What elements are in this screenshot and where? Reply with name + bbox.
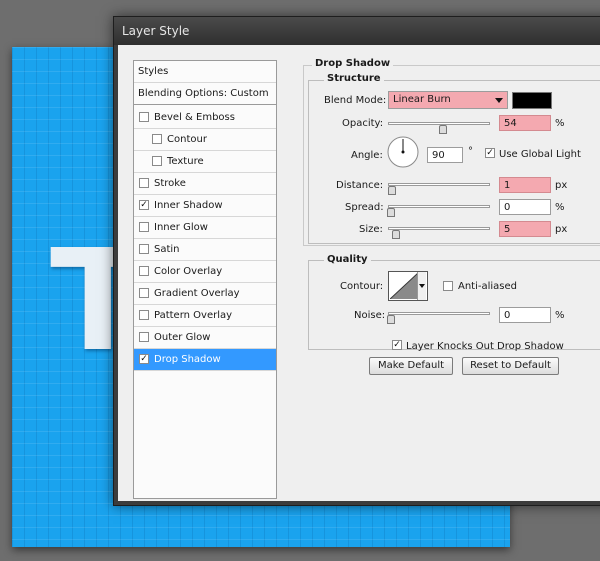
spread-field[interactable]: 0 [499, 199, 551, 215]
layer-style-dialog: Layer Style Styles Blending Options: Cust… [113, 16, 600, 506]
style-list-item[interactable]: Gradient Overlay [134, 283, 276, 305]
style-list-label: Bevel & Emboss [154, 112, 235, 123]
noise-unit: % [555, 310, 565, 321]
size-label: Size: [359, 224, 383, 235]
opacity-field[interactable]: 54 [499, 115, 551, 131]
style-list: Styles Blending Options: Custom Bevel & Em… [133, 60, 277, 499]
anti-aliased-label: Anti-aliased [458, 281, 518, 292]
distance-label: Distance: [336, 180, 384, 191]
angle-dial[interactable] [386, 135, 420, 169]
blend-mode-select[interactable]: Linear Burn [388, 91, 508, 109]
size-unit: px [555, 224, 568, 235]
layer-knocks-out-checkbox[interactable]: ✓ [392, 340, 402, 350]
style-list-item[interactable]: Color Overlay [134, 261, 276, 283]
distance-field[interactable]: 1 [499, 177, 551, 193]
style-checkbox[interactable] [152, 156, 162, 166]
style-list-item[interactable]: Texture [134, 151, 276, 173]
opacity-slider-thumb[interactable] [439, 125, 448, 134]
drop-shadow-title: Drop Shadow [312, 58, 394, 69]
size-slider-thumb[interactable] [392, 230, 400, 239]
contour-preview-icon [390, 273, 418, 299]
style-list-label: Stroke [154, 178, 186, 189]
spread-unit: % [555, 202, 565, 213]
style-list-item[interactable]: ✓ Drop Shadow [134, 349, 276, 371]
style-list-label: Styles [138, 66, 169, 77]
noise-slider-thumb[interactable] [387, 315, 395, 324]
style-list-item[interactable]: Outer Glow [134, 327, 276, 349]
style-list-item[interactable]: Blending Options: Custom [134, 83, 276, 105]
use-global-light-checkbox[interactable]: ✓ [485, 148, 495, 158]
style-list-label: Contour [167, 134, 207, 145]
style-list-label: Color Overlay [154, 266, 223, 277]
style-checkbox[interactable] [139, 244, 149, 254]
style-checkbox[interactable] [139, 310, 149, 320]
style-list-item[interactable]: Inner Glow [134, 217, 276, 239]
chevron-down-icon [495, 98, 503, 103]
size-field[interactable]: 5 [499, 221, 551, 237]
style-checkbox[interactable]: ✓ [139, 200, 149, 210]
contour-label: Contour: [340, 281, 384, 292]
reset-to-default-button[interactable]: Reset to Default [462, 357, 559, 375]
style-checkbox[interactable] [139, 288, 149, 298]
shadow-color-swatch[interactable] [512, 92, 552, 109]
chevron-down-icon [417, 272, 426, 300]
style-checkbox[interactable]: ✓ [139, 354, 149, 364]
angle-label: Angle: [351, 150, 383, 161]
noise-field[interactable]: 0 [499, 307, 551, 323]
style-list-label: Inner Shadow [154, 200, 223, 211]
style-list-item[interactable]: Styles [134, 61, 276, 83]
style-checkbox[interactable] [139, 266, 149, 276]
style-list-item[interactable]: ✓ Inner Shadow [134, 195, 276, 217]
noise-label: Noise: [354, 310, 386, 321]
window-title: Layer Style [122, 24, 190, 38]
blend-mode-label: Blend Mode: [324, 95, 387, 106]
title-bar[interactable]: Layer Style [114, 17, 600, 45]
style-checkbox[interactable] [152, 134, 162, 144]
anti-aliased-checkbox[interactable] [443, 281, 453, 291]
distance-slider-thumb[interactable] [388, 186, 396, 195]
style-list-item[interactable]: Contour [134, 129, 276, 151]
style-checkbox[interactable] [139, 112, 149, 122]
size-slider[interactable] [388, 227, 490, 230]
angle-unit: ° [468, 146, 473, 157]
use-global-light-label: Use Global Light [499, 149, 581, 160]
style-checkbox[interactable] [139, 332, 149, 342]
style-list-label: Texture [167, 156, 204, 167]
quality-title: Quality [324, 254, 371, 265]
style-list-label: Gradient Overlay [154, 288, 240, 299]
style-list-label: Satin [154, 244, 180, 255]
spread-slider[interactable] [388, 205, 490, 208]
blend-mode-value: Linear Burn [393, 94, 451, 105]
make-default-button[interactable]: Make Default [369, 357, 453, 375]
style-list-label: Pattern Overlay [154, 310, 233, 321]
distance-slider[interactable] [388, 183, 490, 186]
quality-group [308, 260, 600, 350]
distance-unit: px [555, 180, 568, 191]
style-list-label: Drop Shadow [154, 354, 221, 365]
style-checkbox[interactable] [139, 222, 149, 232]
style-list-item[interactable]: Pattern Overlay [134, 305, 276, 327]
style-list-item[interactable]: Bevel & Emboss [134, 107, 276, 129]
spread-slider-thumb[interactable] [387, 208, 395, 217]
style-list-label: Outer Glow [154, 332, 211, 343]
opacity-unit: % [555, 118, 565, 129]
style-list-item[interactable]: Stroke [134, 173, 276, 195]
spread-label: Spread: [345, 202, 384, 213]
noise-slider[interactable] [388, 312, 490, 315]
style-list-label: Inner Glow [154, 222, 208, 233]
style-checkbox[interactable] [139, 178, 149, 188]
opacity-label: Opacity: [342, 118, 384, 129]
dialog-body: Styles Blending Options: Custom Bevel & Em… [118, 45, 600, 501]
layer-knocks-out-label: Layer Knocks Out Drop Shadow [406, 341, 564, 352]
style-list-item[interactable]: Satin [134, 239, 276, 261]
structure-title: Structure [324, 73, 384, 84]
contour-picker[interactable] [388, 271, 428, 301]
style-list-label: Blending Options: Custom [138, 88, 269, 99]
angle-field[interactable]: 90 [427, 147, 463, 163]
